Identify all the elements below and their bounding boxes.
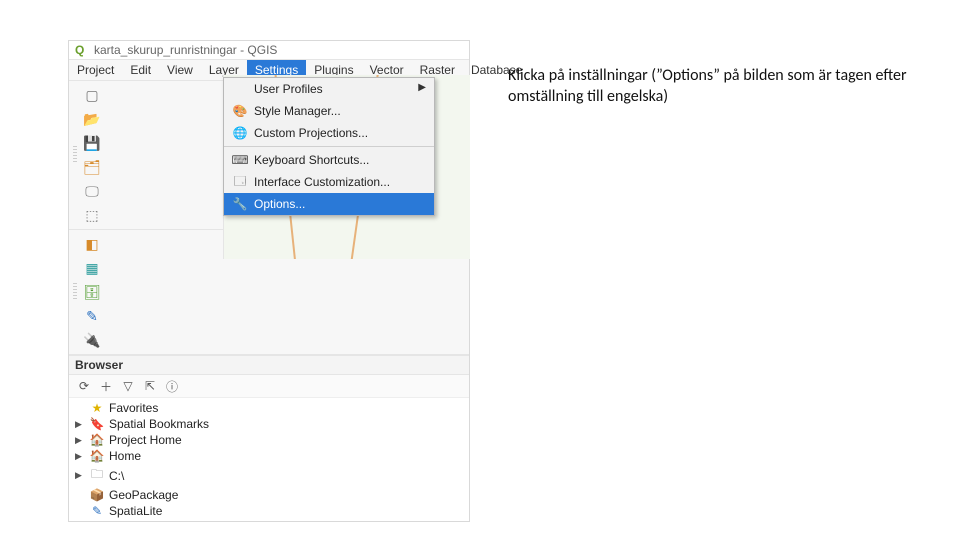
menu-item-custom-projections-[interactable]: 🌐 Custom Projections... xyxy=(224,122,434,144)
browser-toolbar: ⟳＋▽⇱ⓘ xyxy=(69,375,469,398)
menu-item-icon: 🌐 xyxy=(232,125,248,141)
menu-item-user-profiles[interactable]: User Profiles ▶ xyxy=(224,78,434,100)
menu-item-options-[interactable]: 🔧 Options... xyxy=(224,193,434,215)
tree-item-spatialite[interactable]: ✎ SpatiaLite xyxy=(73,503,465,519)
menu-item-label: User Profiles xyxy=(254,82,323,96)
tree-item-spatial-bookmarks[interactable]: ▶ 🔖 Spatial Bookmarks xyxy=(73,416,465,432)
menu-item-icon: 🔧 xyxy=(232,196,248,212)
tree-item-geopackage[interactable]: 📦 GeoPackage xyxy=(73,487,465,503)
browser-title: Browser xyxy=(69,356,469,375)
add-vector-icon[interactable]: ◧ xyxy=(80,232,104,256)
menu-project[interactable]: Project xyxy=(69,60,122,80)
tree-item-home[interactable]: ▶ 🏠 Home xyxy=(73,448,465,464)
add-db-icon[interactable]: 🗄 xyxy=(80,280,104,304)
menu-item-icon: 🗔 xyxy=(232,174,248,190)
tree-item-project-home[interactable]: ▶ 🏠 Project Home xyxy=(73,432,465,448)
pen-icon[interactable]: ✎ xyxy=(80,304,104,328)
add-raster-icon[interactable]: ▦ xyxy=(80,256,104,280)
menu-item-icon xyxy=(232,81,248,97)
window-title: karta_skurup_runristningar - QGIS xyxy=(94,43,277,57)
tree-item-icon: 🏠 xyxy=(89,433,105,447)
tree-item-favorites[interactable]: ★ Favorites xyxy=(73,400,465,416)
tree-item-icon: 🗀 xyxy=(89,465,105,486)
menu-item-label: Keyboard Shortcuts... xyxy=(254,153,369,167)
refresh-icon[interactable]: ⟳ xyxy=(75,377,93,395)
expand-arrow-icon[interactable]: ▶ xyxy=(75,470,85,481)
layout-icon[interactable]: ⬚ xyxy=(80,203,104,227)
expand-arrow-icon[interactable]: ▶ xyxy=(75,435,85,446)
tree-item-label: Home xyxy=(109,449,141,463)
tree-item-label: Spatial Bookmarks xyxy=(109,417,209,431)
titlebar: Q karta_skurup_runristningar - QGIS xyxy=(69,41,469,59)
expand-arrow-icon[interactable]: ▶ xyxy=(75,419,85,430)
tree-item-label: GeoPackage xyxy=(109,488,178,502)
tree-item-label: Favorites xyxy=(109,401,158,415)
menu-item-icon: ⌨ xyxy=(232,152,248,168)
toolbar-grip xyxy=(73,283,77,301)
qgis-icon: Q xyxy=(75,43,89,57)
tree-item-icon: 📦 xyxy=(89,488,105,502)
menu-item-label: Interface Customization... xyxy=(254,175,390,189)
info-icon[interactable]: ⓘ xyxy=(163,377,181,395)
menu-item-label: Style Manager... xyxy=(254,104,341,118)
instruction-caption: Klicka på inställningar (”Options” på bi… xyxy=(508,66,908,108)
submenu-arrow-icon: ▶ xyxy=(418,82,426,93)
filter-icon[interactable]: ▽ xyxy=(119,377,137,395)
plugin-icon[interactable]: 🔌 xyxy=(80,328,104,352)
expand-arrow-icon[interactable]: ▶ xyxy=(75,451,85,462)
menu-item-keyboard-shortcuts-[interactable]: ⌨ Keyboard Shortcuts... xyxy=(224,149,434,171)
layout-manager-icon[interactable]: 🗂 xyxy=(80,155,104,179)
menu-separator xyxy=(224,146,434,147)
add-icon[interactable]: ＋ xyxy=(97,377,115,395)
tree-item-icon: ★ xyxy=(89,401,105,415)
menu-item-style-manager-[interactable]: 🎨 Style Manager... xyxy=(224,100,434,122)
tree-item-label: SpatiaLite xyxy=(109,504,162,518)
tree-item-label: Project Home xyxy=(109,433,182,447)
open-project-icon[interactable]: 📂 xyxy=(80,107,104,131)
collapse-icon[interactable]: ⇱ xyxy=(141,377,159,395)
save-project-icon[interactable]: 💾 xyxy=(80,131,104,155)
tree-item-c-[interactable]: ▶ 🗀 C:\ xyxy=(73,464,465,487)
tree-item-label: C:\ xyxy=(109,469,124,483)
settings-menu: User Profiles ▶ 🎨 Style Manager... 🌐 Custom P… xyxy=(223,77,435,216)
browser-panel: Browser ⟳＋▽⇱ⓘ ★ Favorites ▶ 🔖 Spatial Bookma… xyxy=(69,355,469,521)
menu-view[interactable]: View xyxy=(159,60,201,80)
toolbar-grip xyxy=(73,146,77,164)
menu-item-interface-customization-[interactable]: 🗔 Interface Customization... xyxy=(224,171,434,193)
browser-tree: ★ Favorites ▶ 🔖 Spatial Bookmarks ▶ 🏠 Project H… xyxy=(69,398,469,521)
menu-item-icon: 🎨 xyxy=(232,103,248,119)
qgis-window: Q karta_skurup_runristningar - QGIS Proj… xyxy=(68,40,470,522)
tree-item-icon: 🏠 xyxy=(89,449,105,463)
print-layout-icon[interactable]: 🖵 xyxy=(80,179,104,203)
menu-edit[interactable]: Edit xyxy=(122,60,159,80)
menu-item-label: Options... xyxy=(254,197,305,211)
new-project-icon[interactable]: ▢ xyxy=(80,83,104,107)
menu-item-label: Custom Projections... xyxy=(254,126,368,140)
tree-item-icon: 🔖 xyxy=(89,417,105,431)
tree-item-icon: ✎ xyxy=(89,504,105,518)
